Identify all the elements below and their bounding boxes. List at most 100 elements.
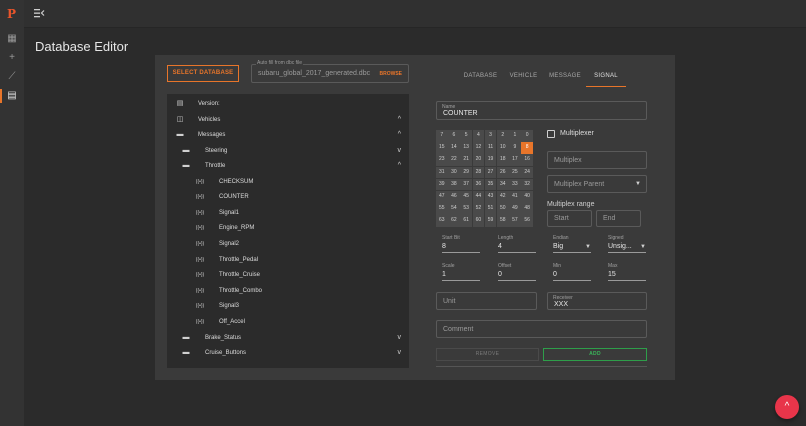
bit-cell[interactable]: 6 xyxy=(448,130,460,142)
bit-cell[interactable]: 34 xyxy=(497,178,509,191)
bit-cell[interactable]: 7 xyxy=(436,130,448,142)
bit-cell[interactable]: 52 xyxy=(472,203,485,215)
bit-cell[interactable]: 23 xyxy=(436,154,448,166)
bit-cell[interactable]: 56 xyxy=(521,215,533,227)
bit-cell[interactable]: 39 xyxy=(436,178,448,191)
bit-cell[interactable]: 33 xyxy=(509,178,521,191)
tree-item-signal[interactable]: ((•)) Throttle_Combo xyxy=(167,284,409,298)
bit-cell[interactable]: 2 xyxy=(497,130,509,142)
tree-item-signal[interactable]: ((•)) Off_Accel xyxy=(167,315,409,329)
bit-cell[interactable]: 43 xyxy=(484,191,497,203)
bit-cell[interactable]: 4 xyxy=(472,130,485,142)
bit-cell[interactable]: 3 xyxy=(484,130,497,142)
bit-cell[interactable]: 15 xyxy=(436,142,448,154)
bit-cell[interactable]: 41 xyxy=(509,191,521,203)
signal-name-field[interactable]: Name COUNTER xyxy=(436,101,647,120)
browse-button[interactable]: BROWSE xyxy=(380,71,403,77)
bit-cell[interactable]: 48 xyxy=(521,203,533,215)
bit-grid[interactable]: 7 6 5 4 3 2 1 0 15 14 13 12 11 10 9 8 23 22 21 20 19 18 17 16 31… xyxy=(436,130,534,227)
bit-cell[interactable]: 62 xyxy=(448,215,460,227)
select-database-button[interactable]: SELECT DATABASE xyxy=(167,65,239,82)
tree-item-signal[interactable]: ((•)) Signal3 xyxy=(167,299,409,313)
bit-cell[interactable]: 25 xyxy=(509,166,521,179)
bit-cell[interactable]: 17 xyxy=(509,154,521,166)
bit-cell[interactable]: 42 xyxy=(497,191,509,203)
bit-cell[interactable]: 55 xyxy=(436,203,448,215)
bit-cell[interactable]: 0 xyxy=(521,130,533,142)
comment-field[interactable]: Comment xyxy=(436,320,647,338)
bit-cell[interactable]: 44 xyxy=(472,191,485,203)
bit-cell[interactable]: 54 xyxy=(448,203,460,215)
bit-cell[interactable]: 29 xyxy=(460,166,472,179)
bit-cell[interactable]: 53 xyxy=(460,203,472,215)
bit-cell[interactable]: 11 xyxy=(484,142,497,154)
bit-cell[interactable]: 36 xyxy=(472,178,485,191)
tree-item-signal[interactable]: ((•)) CHECKSUM xyxy=(167,175,409,189)
tab-vehicle[interactable]: VEHICLE xyxy=(505,67,542,87)
bit-cell[interactable]: 45 xyxy=(460,191,472,203)
length-field[interactable]: Length 4 xyxy=(498,235,536,253)
bit-cell[interactable]: 5 xyxy=(460,130,472,142)
tab-signal[interactable]: SIGNAL xyxy=(586,67,626,87)
bit-cell[interactable]: 37 xyxy=(460,178,472,191)
bit-cell[interactable]: 14 xyxy=(448,142,460,154)
bit-cell[interactable]: 59 xyxy=(484,215,497,227)
tree-item-messages[interactable]: ▬ Messages ^ xyxy=(167,128,409,142)
scroll-top-button[interactable]: ^ xyxy=(775,395,799,419)
remove-button[interactable]: REMOVE xyxy=(436,348,539,361)
plus-icon[interactable]: + xyxy=(6,52,18,64)
bit-cell[interactable]: 57 xyxy=(509,215,521,227)
bit-cell[interactable]: 26 xyxy=(497,166,509,179)
bit-cell[interactable]: 28 xyxy=(472,166,485,179)
tree-item-signal[interactable]: ((•)) Signal1 xyxy=(167,206,409,220)
scale-field[interactable]: Scale 1 xyxy=(442,263,480,281)
multiplex-field[interactable]: Multiplex xyxy=(547,151,647,169)
chevron-down-icon[interactable]: v xyxy=(398,144,402,158)
multiplex-end-field[interactable]: End xyxy=(596,210,641,227)
bit-cell[interactable]: 9 xyxy=(509,142,521,154)
tree-item-signal[interactable]: ((•)) Engine_RPM xyxy=(167,221,409,235)
bit-cell[interactable]: 58 xyxy=(497,215,509,227)
unit-field[interactable]: Unit xyxy=(436,292,537,310)
chevron-up-icon[interactable]: ^ xyxy=(398,159,401,173)
bit-cell[interactable]: 61 xyxy=(460,215,472,227)
bit-cell[interactable]: 60 xyxy=(472,215,485,227)
endian-select[interactable]: Endian Big ▼ xyxy=(553,235,591,253)
start-bit-field[interactable]: Start Bit 8 xyxy=(442,235,480,253)
add-button[interactable]: ADD xyxy=(543,348,647,361)
bit-cell[interactable]: 31 xyxy=(436,166,448,179)
tree-item-signal[interactable]: ((•)) Throttle_Cruise xyxy=(167,268,409,282)
multiplexer-checkbox[interactable] xyxy=(547,130,555,138)
bit-cell[interactable]: 32 xyxy=(521,178,533,191)
tab-message[interactable]: MESSAGE xyxy=(545,67,585,87)
bit-cell[interactable]: 30 xyxy=(448,166,460,179)
receiver-field[interactable]: Receiver XXX xyxy=(547,292,647,310)
bit-cell[interactable]: 18 xyxy=(497,154,509,166)
bit-cell[interactable]: 22 xyxy=(448,154,460,166)
max-field[interactable]: Max 15 xyxy=(608,263,646,281)
bit-cell[interactable]: 1 xyxy=(509,130,521,142)
bit-cell[interactable]: 12 xyxy=(472,142,485,154)
table-icon[interactable]: ▤ xyxy=(6,90,18,102)
multiplex-parent-select[interactable]: Multiplex Parent ▼ xyxy=(547,175,647,193)
chevron-up-icon[interactable]: ^ xyxy=(398,128,401,142)
tree-item-signal[interactable]: ((•)) Signal2 xyxy=(167,237,409,251)
multiplex-start-field[interactable]: Start xyxy=(547,210,592,227)
chevron-down-icon[interactable]: v xyxy=(398,331,402,345)
bit-cell[interactable]: 46 xyxy=(448,191,460,203)
bit-cell[interactable]: 20 xyxy=(472,154,485,166)
bit-cell[interactable]: 16 xyxy=(521,154,533,166)
dbc-file-field[interactable]: Auto fill from dbc file subaru_global_20… xyxy=(251,60,409,83)
database-tree[interactable]: ▤ Version: ◫ Vehicles ^ ▬ Messages ^ ▬ S… xyxy=(167,94,409,368)
chevron-down-icon[interactable]: v xyxy=(398,346,402,360)
bit-cell[interactable]: 27 xyxy=(484,166,497,179)
bit-cell[interactable]: 38 xyxy=(448,178,460,191)
offset-field[interactable]: Offset 0 xyxy=(498,263,536,281)
bit-cell[interactable]: 35 xyxy=(484,178,497,191)
bit-cell[interactable]: 63 xyxy=(436,215,448,227)
tree-item-signal[interactable]: ((•)) Throttle_Pedal xyxy=(167,253,409,267)
bit-cell[interactable]: 13 xyxy=(460,142,472,154)
tree-item-brake-status[interactable]: ▬ Brake_Status v xyxy=(167,331,409,345)
min-field[interactable]: Min 0 xyxy=(553,263,591,281)
tree-item-version[interactable]: ▤ Version: xyxy=(167,97,409,111)
